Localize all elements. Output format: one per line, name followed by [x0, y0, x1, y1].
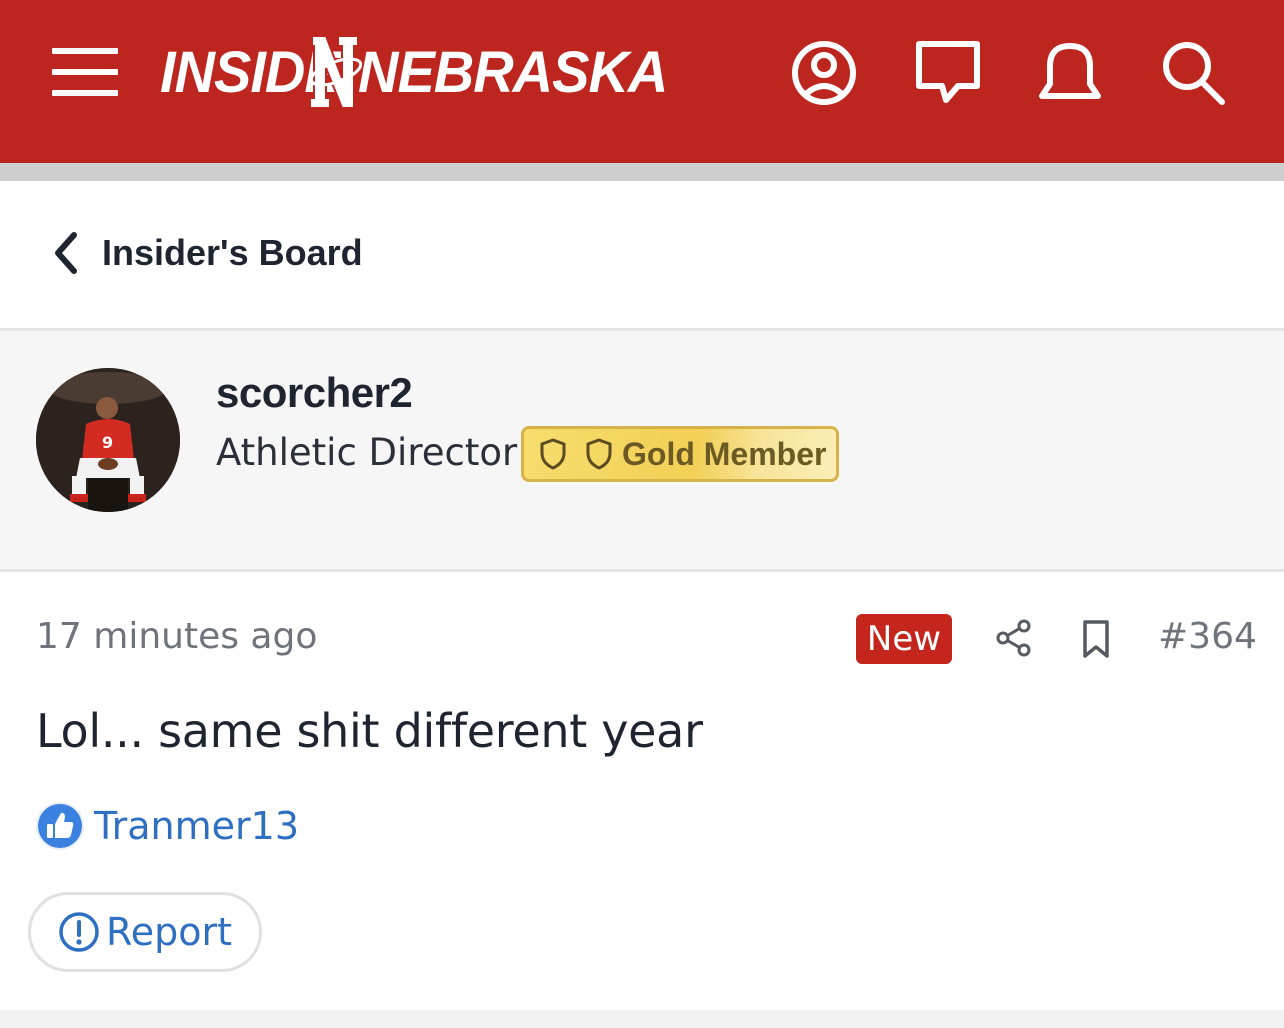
search-icon[interactable] [1160, 38, 1228, 108]
post-body: Lol... same shit different year [36, 704, 703, 758]
report-button[interactable]: Report [28, 892, 262, 972]
author-username[interactable]: scorcher2 [216, 369, 413, 417]
report-label: Report [106, 910, 232, 954]
profile-icon[interactable] [790, 38, 858, 108]
gold-member-badge: Gold Member [521, 426, 839, 482]
nebraska-n-icon [309, 35, 362, 109]
new-badge: New [856, 614, 952, 664]
chevron-left-icon [55, 232, 77, 274]
post-number[interactable]: #364 [1158, 616, 1257, 657]
reaction[interactable]: Tranmer13 [34, 800, 299, 852]
avatar[interactable]: 9 [36, 368, 180, 512]
shield-icon [540, 438, 566, 470]
badge-label: Gold Member [622, 435, 827, 472]
shield-icon [586, 438, 612, 470]
svg-text:9: 9 [102, 433, 113, 452]
menu-icon[interactable] [52, 48, 118, 96]
site-logo[interactable]: INSIDE NEBRASKA [160, 32, 668, 112]
site-header: INSIDE NEBRASKA [0, 0, 1284, 163]
author-role: Athletic Director [216, 431, 518, 474]
post-timestamp: 17 minutes ago [36, 616, 318, 657]
notification-bell-icon[interactable] [1036, 38, 1104, 108]
breadcrumb: Insider's Board [0, 181, 1284, 331]
alert-circle-icon [59, 912, 99, 952]
thumbs-up-icon [36, 802, 84, 850]
post-author: 9 scorcher2 Athletic Director Gold Membe… [0, 331, 1284, 572]
reaction-username[interactable]: Tranmer13 [94, 804, 299, 848]
share-icon[interactable] [994, 618, 1034, 658]
logo-text-nebraska: NEBRASKA [358, 38, 668, 105]
breadcrumb-label: Insider's Board [102, 232, 363, 273]
bookmark-icon[interactable] [1078, 618, 1114, 660]
header-divider [0, 163, 1284, 181]
back-to-board-link[interactable]: Insider's Board [48, 223, 363, 283]
page-footer-band [0, 1010, 1284, 1028]
chat-icon[interactable] [914, 38, 982, 108]
post: 17 minutes ago New #364 Lol... same shit… [0, 572, 1284, 1010]
